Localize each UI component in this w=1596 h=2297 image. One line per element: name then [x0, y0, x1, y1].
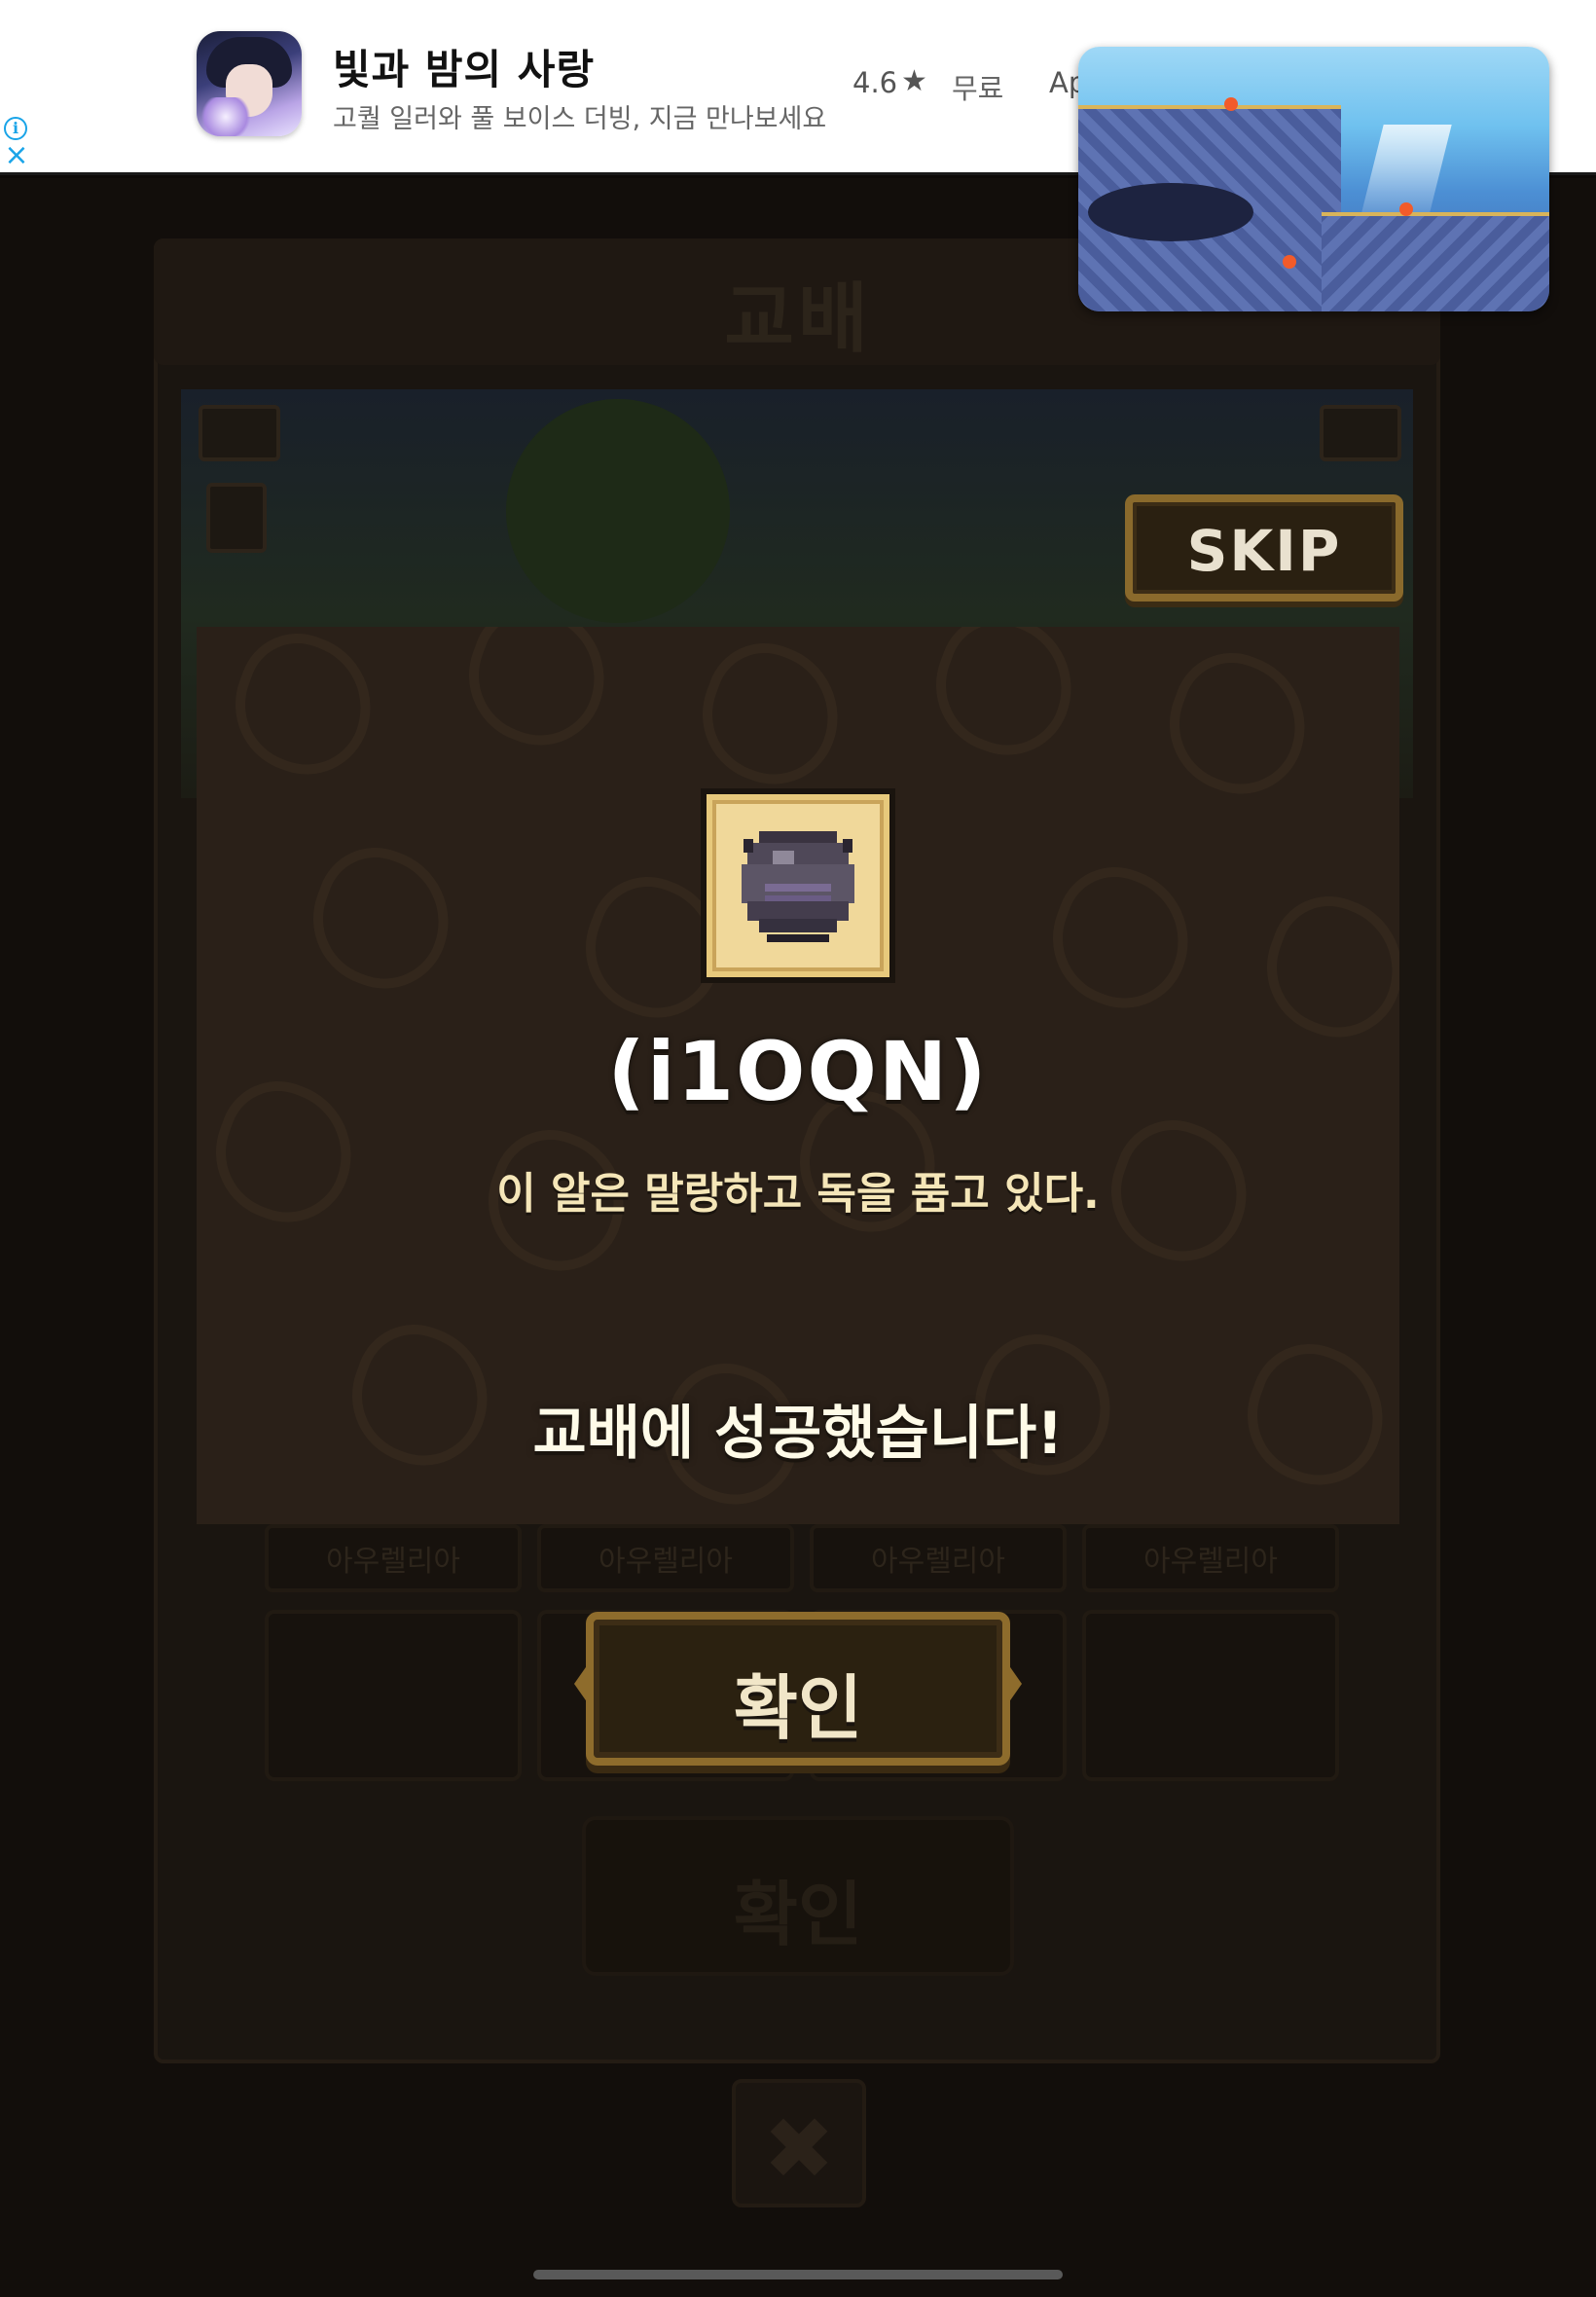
scene-tree [506, 399, 730, 623]
item-frame [701, 788, 895, 983]
background-confirm-button: 확인 [582, 1816, 1014, 1976]
card-label: 아우렐리아 [537, 1524, 794, 1592]
item-description: 이 알은 말랑하고 독을 품고 있다. [496, 1169, 1100, 1219]
panel-title: 교배 [724, 275, 872, 363]
star-icon: ★ [901, 64, 927, 98]
ad-video-rock-right [1322, 212, 1549, 311]
monster-card[interactable] [1082, 1610, 1339, 1781]
ad-rating: 4.6 [852, 66, 898, 99]
ad-app-icon[interactable] [197, 31, 302, 136]
close-icon: ✖ [763, 2098, 835, 2199]
close-icon[interactable]: × [4, 141, 29, 170]
dark-egg-icon [742, 831, 854, 942]
ad-title[interactable]: 빛과 밤의 사랑 [333, 37, 595, 96]
ad-video-cave [1088, 183, 1253, 241]
card-label: 아우렐리아 [265, 1524, 522, 1592]
card-label: 아우렐리아 [810, 1524, 1067, 1592]
map-icon-left[interactable] [199, 405, 280, 461]
home-indicator[interactable] [533, 2270, 1063, 2279]
result-message: 교배에 성공했습니다! [532, 1400, 1064, 1468]
item-name: (i1OQN) [607, 1024, 989, 1119]
scene-side-icon[interactable] [206, 483, 267, 553]
background-close-button: ✖ [732, 2079, 866, 2207]
card-label: 아우렐리아 [1082, 1524, 1339, 1592]
skip-label: SKIP [1186, 518, 1342, 584]
skip-button[interactable]: SKIP [1125, 494, 1403, 602]
background-confirm-label: 확인 [733, 1874, 863, 1955]
ad-video-coral [1399, 202, 1413, 216]
map-icon-right[interactable] [1320, 405, 1401, 461]
ad-video-coral [1224, 97, 1238, 111]
ad-video-coral [1283, 255, 1296, 269]
confirm-button[interactable]: 확인 [586, 1612, 1010, 1766]
breeding-result-modal: (i1OQN) 이 알은 말랑하고 독을 품고 있다. 교배에 성공했습니다! [197, 627, 1399, 1524]
ad-price: 무료 [952, 72, 1004, 105]
ad-video-preview[interactable] [1078, 47, 1549, 311]
ad-subtitle: 고퀄 일러와 풀 보이스 더빙, 지금 만나보세요 [333, 104, 827, 134]
ad-app-icon-flower [197, 97, 255, 136]
monster-card[interactable] [265, 1610, 522, 1781]
confirm-label: 확인 [733, 1667, 863, 1749]
info-icon[interactable]: i [4, 117, 27, 140]
